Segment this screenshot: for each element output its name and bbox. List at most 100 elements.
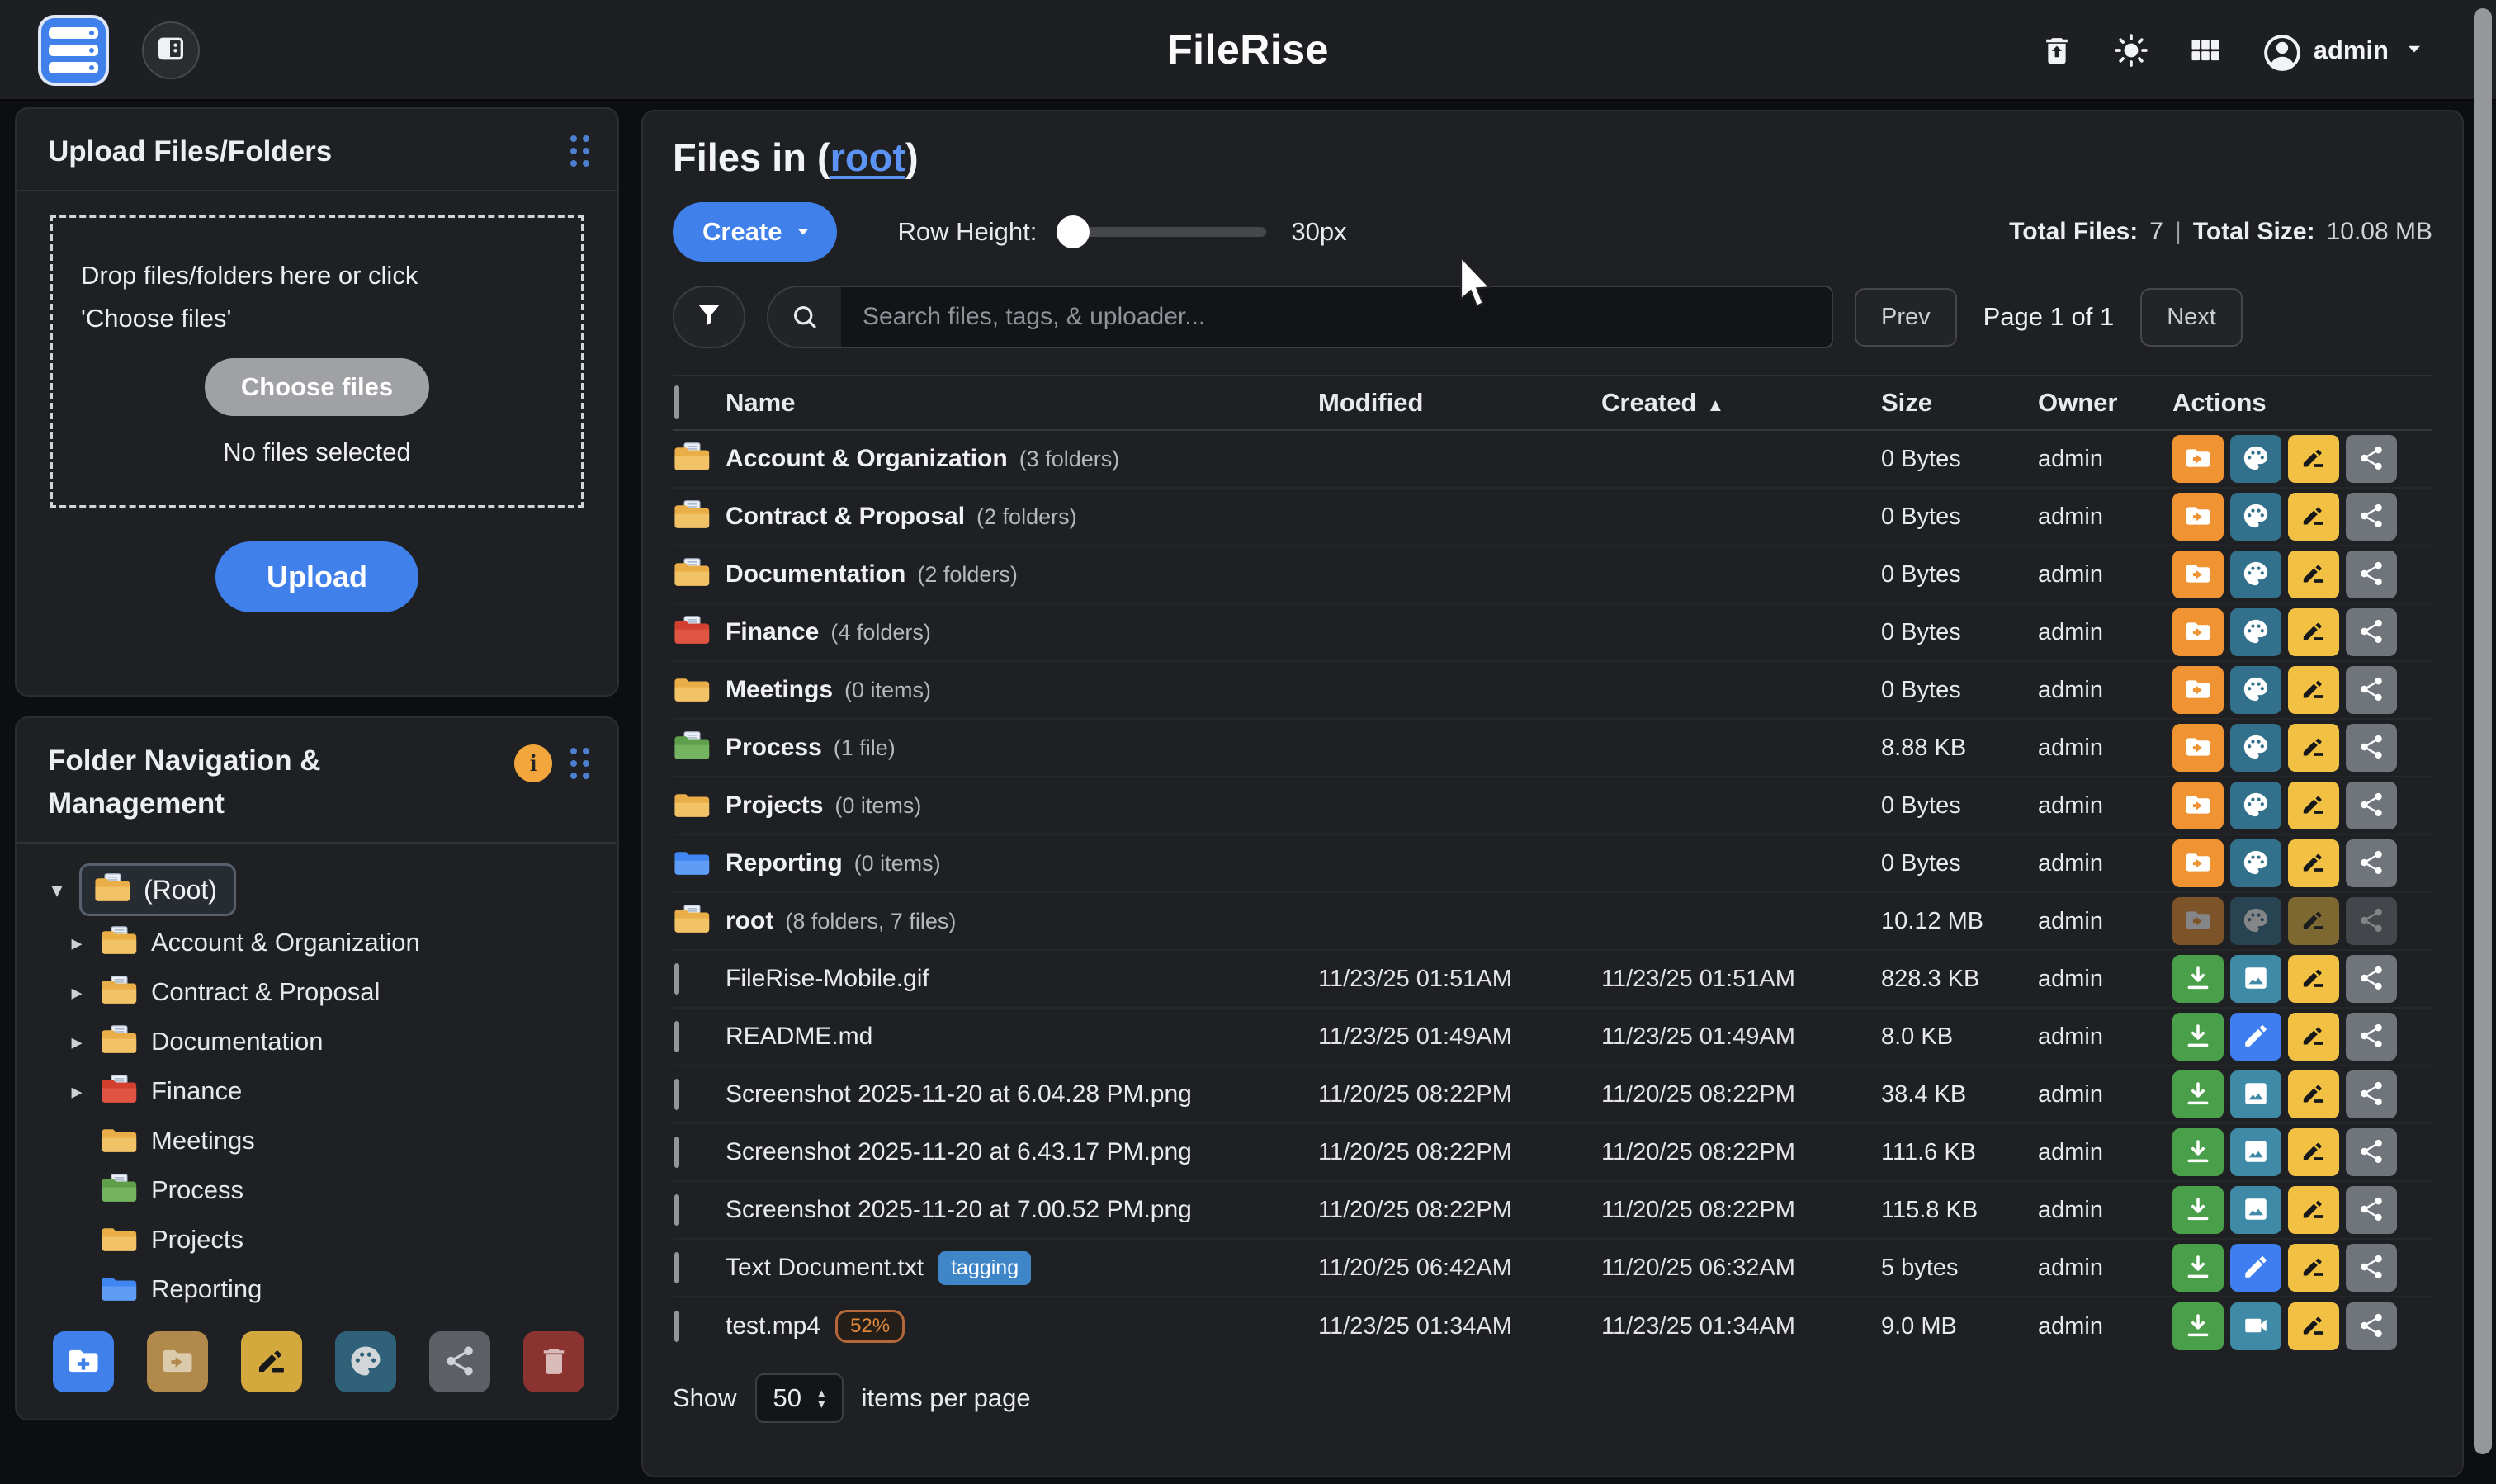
tree-item[interactable]: ▸Contract & Proposal — [35, 967, 601, 1017]
share-button[interactable] — [2346, 955, 2397, 1003]
folder-name[interactable]: Projects — [726, 792, 823, 820]
file-row[interactable]: Screenshot 2025-11-20 at 6.43.17 PM.png1… — [673, 1124, 2432, 1182]
color-button[interactable] — [2230, 782, 2281, 829]
preview-image-button[interactable] — [2230, 955, 2281, 1003]
user-menu[interactable]: admin — [2261, 31, 2425, 69]
folder-row[interactable]: Meetings(0 items)0 Bytesadmin — [673, 662, 2432, 720]
color-button[interactable] — [2230, 551, 2281, 598]
row-checkbox[interactable] — [674, 1137, 679, 1168]
chevron-right-icon[interactable]: ▸ — [66, 980, 87, 1005]
download-button[interactable] — [2172, 1302, 2224, 1350]
file-row[interactable]: Text Document.txttagging11/20/25 06:42AM… — [673, 1240, 2432, 1297]
drag-handle-icon[interactable] — [570, 135, 589, 167]
vertical-scrollbar[interactable] — [2474, 8, 2492, 1454]
color-button[interactable] — [2230, 435, 2281, 483]
file-row[interactable]: FileRise-Mobile.gif11/23/25 01:51AM11/23… — [673, 951, 2432, 1009]
column-header-name[interactable]: Name — [726, 388, 1318, 418]
chevron-right-icon[interactable]: ▸ — [66, 1029, 87, 1055]
filerise-logo-icon[interactable] — [38, 15, 109, 86]
row-checkbox[interactable] — [674, 1311, 679, 1342]
move-button[interactable] — [2172, 551, 2224, 598]
move-button[interactable] — [2172, 493, 2224, 541]
move-button[interactable] — [2172, 724, 2224, 772]
rename-button[interactable] — [2288, 1244, 2339, 1292]
root-breadcrumb-link[interactable]: root — [830, 135, 905, 179]
select-all-checkbox[interactable] — [674, 385, 679, 419]
rename-button[interactable] — [2288, 782, 2339, 829]
search-input[interactable] — [841, 287, 1832, 347]
create-button[interactable]: Create — [673, 202, 837, 262]
folder-name[interactable]: Finance — [726, 618, 819, 646]
tree-item[interactable]: Process — [35, 1165, 601, 1215]
share-button[interactable] — [2346, 435, 2397, 483]
info-icon[interactable]: i — [514, 744, 552, 782]
move-button[interactable] — [2172, 782, 2224, 829]
share-button[interactable] — [2346, 608, 2397, 656]
folder-name[interactable]: root — [726, 907, 773, 935]
folder-row[interactable]: Finance(4 folders)0 Bytesadmin — [673, 604, 2432, 662]
prev-page-button[interactable]: Prev — [1855, 288, 1957, 347]
file-name[interactable]: FileRise-Mobile.gif — [726, 965, 929, 993]
tree-item[interactable]: Meetings — [35, 1116, 601, 1165]
share-button[interactable] — [2346, 1013, 2397, 1061]
rename-button[interactable] — [2288, 1013, 2339, 1061]
edit-button[interactable] — [2230, 1244, 2281, 1292]
download-button[interactable] — [2172, 1070, 2224, 1118]
tree-item-root[interactable]: (Root) — [79, 863, 236, 916]
share-folder-button[interactable] — [429, 1331, 490, 1392]
move-folder-button[interactable] — [147, 1331, 208, 1392]
rename-button[interactable] — [2288, 608, 2339, 656]
delete-folder-button[interactable] — [523, 1331, 584, 1392]
share-button[interactable] — [2346, 1186, 2397, 1234]
tree-item[interactable]: Projects — [35, 1215, 601, 1264]
share-button[interactable] — [2346, 551, 2397, 598]
folder-row[interactable]: Projects(0 items)0 Bytesadmin — [673, 777, 2432, 835]
file-name[interactable]: README.md — [726, 1023, 872, 1051]
drag-handle-icon[interactable] — [570, 748, 589, 779]
rename-button[interactable] — [2288, 1070, 2339, 1118]
folder-row[interactable]: Account & Organization(3 folders)0 Bytes… — [673, 431, 2432, 489]
folder-name[interactable]: Contract & Proposal — [726, 503, 965, 531]
chevron-down-icon[interactable]: ▾ — [46, 877, 68, 903]
rename-button[interactable] — [2288, 1128, 2339, 1176]
upload-button[interactable]: Upload — [215, 541, 418, 612]
share-button[interactable] — [2346, 666, 2397, 714]
file-name[interactable]: Text Document.txt — [726, 1254, 924, 1282]
tree-item[interactable]: ▸Finance — [35, 1066, 601, 1116]
folder-color-button[interactable] — [335, 1331, 396, 1392]
file-name[interactable]: Screenshot 2025-11-20 at 6.43.17 PM.png — [726, 1138, 1192, 1166]
folder-name[interactable]: Documentation — [726, 560, 905, 588]
rename-button[interactable] — [2288, 897, 2339, 945]
choose-files-button[interactable]: Choose files — [205, 358, 429, 416]
column-header-owner[interactable]: Owner — [2038, 388, 2172, 418]
share-button[interactable] — [2346, 493, 2397, 541]
folder-row[interactable]: Process(1 file)8.88 KBadmin — [673, 720, 2432, 777]
download-button[interactable] — [2172, 1013, 2224, 1061]
theme-toggle-sun-icon[interactable] — [2112, 31, 2150, 69]
apps-grid-icon[interactable] — [2186, 31, 2224, 69]
rename-button[interactable] — [2288, 551, 2339, 598]
file-row[interactable]: Screenshot 2025-11-20 at 7.00.52 PM.png1… — [673, 1182, 2432, 1240]
rename-button[interactable] — [2288, 1186, 2339, 1234]
tree-item[interactable]: ▸Documentation — [35, 1017, 601, 1066]
color-button[interactable] — [2230, 493, 2281, 541]
column-header-modified[interactable]: Modified — [1318, 388, 1601, 418]
chevron-right-icon[interactable]: ▸ — [66, 930, 87, 956]
file-dropzone[interactable]: Drop files/folders here or click 'Choose… — [50, 215, 584, 508]
filter-button[interactable] — [673, 286, 745, 348]
folder-row[interactable]: root(8 folders, 7 files)10.12 MBadmin — [673, 893, 2432, 951]
file-name[interactable]: Screenshot 2025-11-20 at 7.00.52 PM.png — [726, 1196, 1192, 1224]
file-name[interactable]: test.mp4 — [726, 1312, 820, 1340]
file-row[interactable]: Screenshot 2025-11-20 at 6.04.28 PM.png1… — [673, 1066, 2432, 1124]
create-folder-button[interactable] — [53, 1331, 114, 1392]
download-button[interactable] — [2172, 1186, 2224, 1234]
move-button[interactable] — [2172, 435, 2224, 483]
rename-button[interactable] — [2288, 666, 2339, 714]
rename-button[interactable] — [2288, 955, 2339, 1003]
row-checkbox[interactable] — [674, 963, 679, 995]
move-button[interactable] — [2172, 839, 2224, 887]
preview-image-button[interactable] — [2230, 1070, 2281, 1118]
next-page-button[interactable]: Next — [2140, 288, 2243, 347]
row-checkbox[interactable] — [674, 1194, 679, 1226]
rename-button[interactable] — [2288, 493, 2339, 541]
